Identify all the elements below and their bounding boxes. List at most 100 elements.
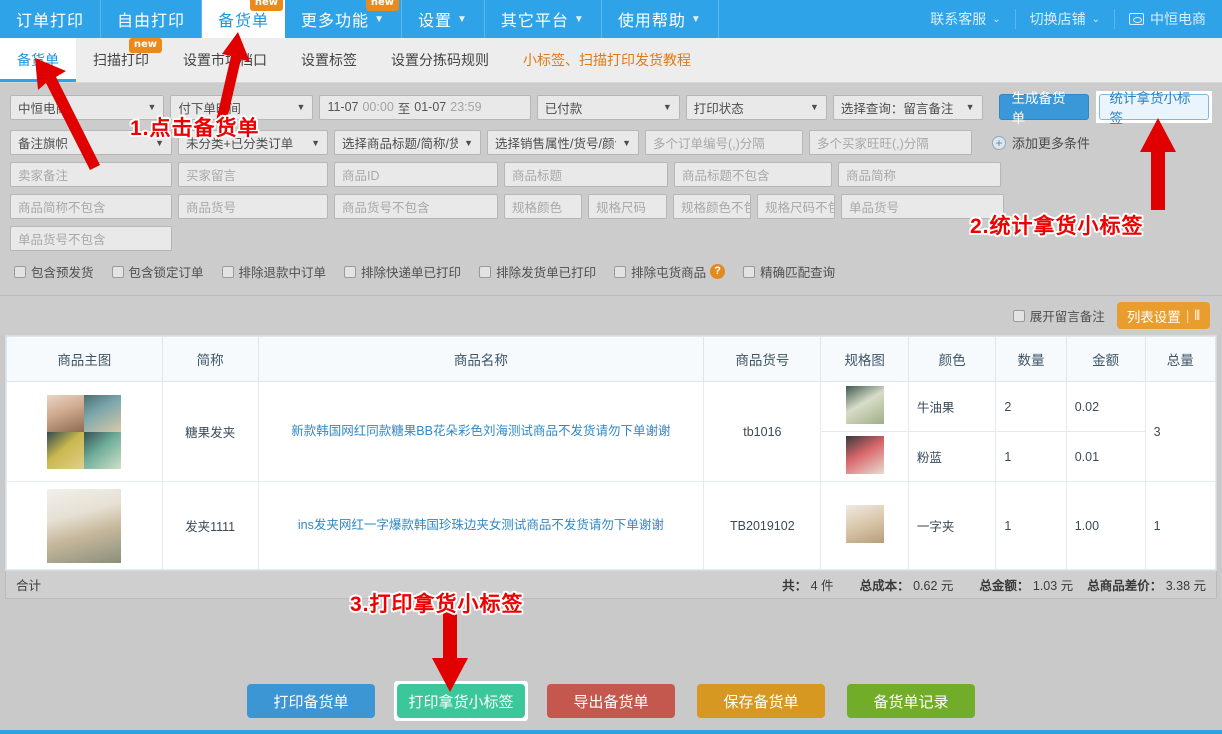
goods-title-placeholder: 商品标题 [512, 165, 562, 184]
list-settings-label: 列表设置 [1127, 306, 1181, 326]
cell-product-code: TB2019102 [704, 482, 821, 570]
tab-sorting-code-rules[interactable]: 设置分拣码规则 [374, 38, 506, 82]
generate-stock-list-button[interactable]: 生成备货单 [999, 94, 1089, 120]
single-code-exclude-placeholder: 单品货号不包含 [18, 229, 106, 248]
print-pickup-label-button[interactable]: 打印拿货小标签 [397, 684, 525, 718]
checkbox-include-locked[interactable]: 包含锁定订单 [112, 262, 204, 281]
tab-label-settings[interactable]: 设置标签 [284, 38, 374, 82]
table-header: 商品主图 简称 商品名称 商品货号 规格图 颜色 数量 金额 总量 [7, 337, 1216, 382]
contact-support-menu[interactable]: 联系客服 ⌄ [916, 9, 1015, 29]
statistic-pickup-label-button[interactable]: 统计拿货小标签 [1099, 94, 1209, 120]
checkbox-exact-match[interactable]: 精确匹配查询 [743, 262, 835, 281]
tab-label: 备货单 [17, 50, 59, 70]
stock-list-records-button[interactable]: 备货单记录 [847, 684, 975, 718]
seller-remark-input[interactable]: 卖家备注 [10, 162, 172, 187]
checkbox-exclude-stock-goods[interactable]: 排除屯货商品 ? [614, 262, 725, 281]
date-range-input[interactable]: 11-07 00:00 至 01-07 23:59 [319, 95, 530, 120]
summary-amount-label: 总金额： [979, 579, 1029, 593]
export-stock-list-button[interactable]: 导出备货单 [547, 684, 675, 718]
nav-item-order-print[interactable]: 订单打印 [0, 0, 101, 38]
checkbox-label: 排除快递单已打印 [361, 262, 461, 281]
summary-count: 共： 4 件 [782, 575, 833, 594]
goods-code-input[interactable]: 商品货号 [178, 194, 328, 219]
query-type-select[interactable]: 选择查询：留言备注 ▼ [833, 95, 983, 120]
add-more-conditions-button[interactable]: + 添加更多条件 [992, 133, 1090, 152]
goods-code-exclude-input[interactable]: 商品货号不包含 [334, 194, 498, 219]
sale-attr-select[interactable]: 选择销售属性/货号/颜色/尺 ▼ [487, 130, 639, 155]
nav-item-free-print[interactable]: 自由打印 [101, 0, 202, 38]
shortname-exclude-input[interactable]: 商品简称不包含 [10, 194, 172, 219]
buyer-message-input[interactable]: 买家留言 [178, 162, 328, 187]
table-row[interactable]: 糖果发夹 新款韩国网红同款糖果BB花朵彩色刘海测试商品不发货请勿下单谢谢 tb1… [7, 382, 1216, 432]
spec-size-exclude-placeholder: 规格尺码不包 [765, 197, 835, 216]
order-no-input[interactable]: 多个订单编号(,)分隔 [645, 130, 803, 155]
product-name-link[interactable]: ins发夹网红一字爆款韩国珍珠边夹女测试商品不发货请勿下单谢谢 [298, 518, 664, 532]
product-name-link[interactable]: 新款韩国网红同款糖果BB花朵彩色刘海测试商品不发货请勿下单谢谢 [291, 424, 670, 438]
tab-market-stall-settings[interactable]: 设置市场档口 [166, 38, 284, 82]
goods-field-select[interactable]: 选择商品标题/简称/货号/市 ▼ [334, 130, 481, 155]
date-start: 11-07 [327, 100, 358, 114]
spec-color-exclude-input[interactable]: 规格颜色不包 [673, 194, 751, 219]
query-type-value: 选择查询：留言备注 [841, 98, 954, 117]
statistic-button-label: 统计拿货小标签 [1110, 87, 1198, 127]
tab-stock-list[interactable]: 备货单 [0, 38, 76, 82]
tab-scan-print[interactable]: new 扫描打印 [76, 38, 166, 82]
checkbox-icon [1013, 310, 1025, 322]
help-icon[interactable]: ? [710, 264, 725, 279]
current-shop[interactable]: 中恒电商 [1115, 9, 1222, 29]
checkbox-exclude-refunding[interactable]: 排除退款中订单 [222, 262, 327, 281]
spec-size-input[interactable]: 规格尺码 [588, 194, 667, 219]
print-stock-list-button[interactable]: 打印备货单 [247, 684, 375, 718]
goods-title-input[interactable]: 商品标题 [504, 162, 668, 187]
list-settings-button[interactable]: 列表设置 | ⫴ [1117, 302, 1210, 329]
goods-id-placeholder: 商品ID [342, 165, 380, 184]
summary-diff-value: 3.38 元 [1166, 579, 1206, 593]
goods-title-exclude-input[interactable]: 商品标题不包含 [674, 162, 832, 187]
shop-select[interactable]: 中恒电商 ▼ [10, 95, 164, 120]
tab-label: 设置市场档口 [183, 50, 267, 70]
single-code-exclude-input[interactable]: 单品货号不包含 [10, 226, 172, 251]
chevron-down-icon: ▼ [804, 102, 819, 112]
spec-color-placeholder: 规格颜色 [512, 197, 562, 216]
settings-slider-icon: ⫴ [1194, 308, 1200, 324]
order-class-select[interactable]: 未分类+已分类订单 ▼ [178, 130, 328, 155]
save-stock-list-button[interactable]: 保存备货单 [697, 684, 825, 718]
buyer-message-placeholder: 买家留言 [186, 165, 236, 184]
col-spec-image: 规格图 [821, 337, 908, 382]
switch-shop-menu[interactable]: 切换店铺 ⌄ [1016, 9, 1115, 29]
spec-color-input[interactable]: 规格颜色 [504, 194, 582, 219]
remark-flag-select[interactable]: 备注旗帜 ▼ [10, 130, 172, 155]
checkbox-icon [222, 266, 234, 278]
goods-shortname-input[interactable]: 商品简称 [838, 162, 1001, 187]
buyer-wangwang-input[interactable]: 多个买家旺旺(,)分隔 [809, 130, 972, 155]
new-badge-icon: new [129, 38, 162, 53]
shortname-exclude-placeholder: 商品简称不包含 [18, 197, 106, 216]
goods-id-input[interactable]: 商品ID [334, 162, 498, 187]
date-end: 01-07 [414, 100, 446, 114]
nav-item-help[interactable]: 使用帮助 ▼ [602, 0, 719, 38]
cell-spec-image [821, 432, 908, 482]
nav-item-other-platforms[interactable]: 其它平台 ▼ [485, 0, 602, 38]
pay-status-select[interactable]: 已付款 ▼ [537, 95, 680, 120]
cell-amount: 0.02 [1066, 382, 1145, 432]
col-product-code: 商品货号 [704, 337, 821, 382]
print-status-select[interactable]: 打印状态 ▼ [686, 95, 827, 120]
order-no-placeholder: 多个订单编号(,)分隔 [653, 133, 765, 152]
nav-item-more-features[interactable]: new 更多功能 ▼ [285, 0, 402, 38]
spec-size-exclude-input[interactable]: 规格尺码不包 [757, 194, 835, 219]
nav-item-settings[interactable]: 设置 ▼ [402, 0, 485, 38]
table-row[interactable]: 发夹1111 ins发夹网红一字爆款韩国珍珠边夹女测试商品不发货请勿下单谢谢 T… [7, 482, 1216, 570]
checkbox-exclude-shipment-printed[interactable]: 排除发货单已打印 [479, 262, 596, 281]
summary-count-label: 共： [782, 579, 807, 593]
checkbox-expand-remark[interactable]: 展开留言备注 [1013, 306, 1105, 325]
button-label: 打印拿货小标签 [408, 691, 513, 712]
single-code-input[interactable]: 单品货号 [841, 194, 1004, 219]
col-shortname: 简称 [162, 337, 258, 382]
checkbox-exclude-express-printed[interactable]: 排除快递单已打印 [344, 262, 461, 281]
checkbox-include-presale[interactable]: 包含预发货 [14, 262, 94, 281]
time-type-select[interactable]: 付下单时间 ▼ [170, 95, 313, 120]
tab-tutorial[interactable]: 小标签、扫描打印发货教程 [506, 38, 708, 82]
cell-amount: 1.00 [1066, 482, 1145, 570]
chevron-down-icon: ▼ [149, 138, 164, 148]
nav-item-stock-list[interactable]: new 备货单 [202, 0, 285, 38]
